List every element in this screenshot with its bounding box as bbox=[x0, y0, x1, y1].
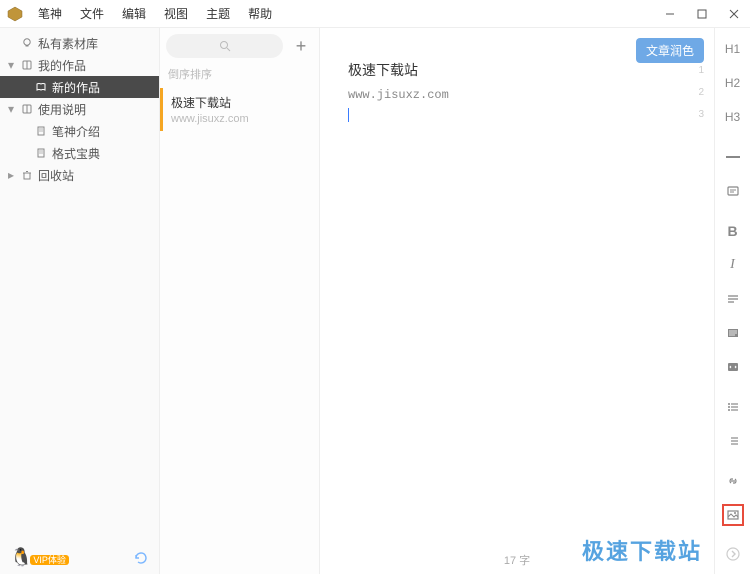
doc-icon bbox=[34, 125, 48, 137]
add-note-button[interactable]: + bbox=[289, 34, 313, 58]
note-preview: www.jisuxz.com bbox=[171, 113, 311, 125]
label: 格式宝典 bbox=[52, 145, 100, 162]
editor-content[interactable]: 文章润色 极速下载站 www.jisuxz.com 1 2 3 17 字 bbox=[320, 28, 714, 574]
sidebar-item-format-ref[interactable]: 格式宝典 bbox=[0, 142, 159, 164]
sidebar: 私有素材库 ▾ 我的作品 新的作品 ▾ 使用说明 笔神介绍 bbox=[0, 28, 160, 574]
sidebar-item-usage-guide[interactable]: ▾ 使用说明 bbox=[0, 98, 159, 120]
ol-button[interactable] bbox=[722, 430, 744, 452]
polish-button[interactable]: 文章润色 bbox=[636, 38, 704, 63]
app-logo-icon bbox=[6, 5, 24, 23]
lightbulb-icon bbox=[20, 37, 34, 49]
ul-button[interactable] bbox=[722, 396, 744, 418]
search-input[interactable] bbox=[166, 34, 283, 58]
image-button[interactable] bbox=[722, 504, 744, 526]
align-button[interactable] bbox=[722, 288, 744, 310]
sort-label[interactable]: 倒序排序 bbox=[160, 64, 319, 88]
note-list: + 倒序排序 极速下载站 www.jisuxz.com bbox=[160, 28, 320, 574]
folder-tree: 私有素材库 ▾ 我的作品 新的作品 ▾ 使用说明 笔神介绍 bbox=[0, 28, 159, 186]
penguin-avatar[interactable]: 🐧VIP体验 bbox=[10, 547, 69, 568]
list-header: + bbox=[160, 28, 319, 64]
doc-title[interactable]: 极速下载站 bbox=[348, 60, 686, 80]
doc-icon bbox=[34, 147, 48, 159]
line-gutter: 1 2 3 bbox=[698, 60, 704, 126]
label: 回收站 bbox=[38, 167, 74, 184]
code-button[interactable] bbox=[722, 356, 744, 378]
refresh-button[interactable] bbox=[133, 550, 149, 566]
link-button[interactable] bbox=[722, 470, 744, 492]
line-num: 3 bbox=[698, 104, 704, 126]
label: 新的作品 bbox=[52, 79, 100, 96]
editor-pane: 文章润色 极速下载站 www.jisuxz.com 1 2 3 17 字 H1 … bbox=[320, 28, 750, 574]
note-item[interactable]: 极速下载站 www.jisuxz.com bbox=[160, 88, 319, 131]
label: 我的作品 bbox=[38, 57, 86, 74]
menu-bishen[interactable]: 笔神 bbox=[30, 5, 70, 22]
word-count: 17 字 bbox=[504, 552, 530, 568]
label: 笔神介绍 bbox=[52, 123, 100, 140]
line-num: 2 bbox=[698, 82, 704, 104]
menu-file[interactable]: 文件 bbox=[72, 5, 112, 22]
sidebar-item-trash[interactable]: ▸ 回收站 bbox=[0, 164, 159, 186]
sidebar-item-new-work[interactable]: 新的作品 bbox=[0, 76, 159, 98]
expand-toggle[interactable] bbox=[725, 546, 741, 562]
italic-button[interactable]: I bbox=[722, 254, 744, 276]
bold-button[interactable]: B bbox=[722, 220, 744, 242]
hr-icon bbox=[726, 156, 740, 158]
close-button[interactable] bbox=[718, 0, 750, 28]
h3-button[interactable]: H3 bbox=[722, 106, 744, 128]
format-toolbar: H1 H2 H3 B I bbox=[714, 28, 750, 574]
h1-button[interactable]: H1 bbox=[722, 38, 744, 60]
titlebar: 笔神 文件 编辑 视图 主题 帮助 bbox=[0, 0, 750, 28]
maximize-button[interactable] bbox=[686, 0, 718, 28]
chevron-down-icon: ▾ bbox=[6, 102, 16, 116]
sidebar-item-bishen-intro[interactable]: 笔神介绍 bbox=[0, 120, 159, 142]
menu-theme[interactable]: 主题 bbox=[198, 5, 238, 22]
h2-button[interactable]: H2 bbox=[722, 72, 744, 94]
note-title: 极速下载站 bbox=[171, 94, 311, 111]
main-area: 私有素材库 ▾ 我的作品 新的作品 ▾ 使用说明 笔神介绍 bbox=[0, 28, 750, 574]
menu-edit[interactable]: 编辑 bbox=[114, 5, 154, 22]
align-fill-button[interactable] bbox=[722, 322, 744, 344]
label: 私有素材库 bbox=[38, 35, 98, 52]
search-icon bbox=[219, 40, 231, 52]
quote-button[interactable] bbox=[722, 180, 744, 202]
line-num: 1 bbox=[698, 60, 704, 82]
chevron-right-icon: ▸ bbox=[6, 168, 16, 182]
trash-icon bbox=[20, 169, 34, 181]
doc-line-1[interactable]: www.jisuxz.com bbox=[348, 88, 686, 102]
menu-bar: 笔神 文件 编辑 视图 主题 帮助 bbox=[30, 5, 280, 22]
vip-badge: VIP体验 bbox=[30, 555, 69, 565]
hr-button[interactable] bbox=[722, 146, 744, 168]
minimize-button[interactable] bbox=[654, 0, 686, 28]
text-cursor bbox=[348, 108, 349, 122]
sidebar-bottom: 🐧VIP体验 bbox=[0, 541, 159, 574]
menu-help[interactable]: 帮助 bbox=[240, 5, 280, 22]
book-icon bbox=[20, 103, 34, 115]
book-icon bbox=[20, 59, 34, 71]
sidebar-item-personal-lib[interactable]: 私有素材库 bbox=[0, 32, 159, 54]
chevron-down-icon: ▾ bbox=[6, 58, 16, 72]
book-open-icon bbox=[34, 81, 48, 93]
sidebar-item-my-works[interactable]: ▾ 我的作品 bbox=[0, 54, 159, 76]
menu-view[interactable]: 视图 bbox=[156, 5, 196, 22]
window-controls bbox=[654, 0, 750, 28]
label: 使用说明 bbox=[38, 101, 86, 118]
